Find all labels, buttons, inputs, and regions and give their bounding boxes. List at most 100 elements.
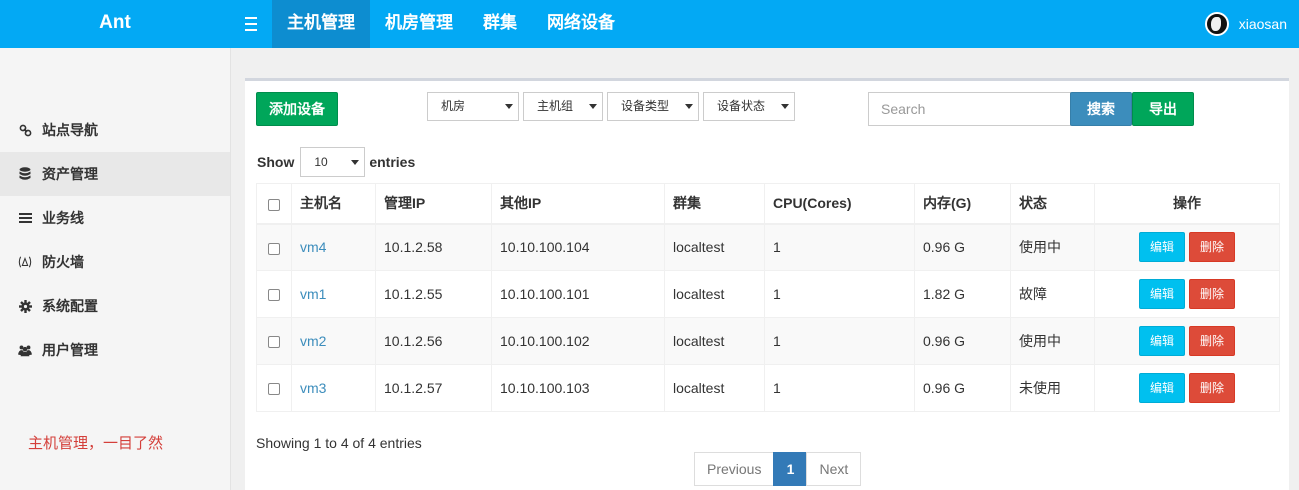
caret-down-icon (589, 104, 597, 109)
column-header[interactable]: 其他IP (491, 183, 665, 225)
status-cell: 使用中 (1010, 223, 1095, 271)
column-header[interactable]: 群集 (664, 183, 765, 225)
table-row: vm1 10.1.2.55 10.10.100.101 localtest 1 … (256, 270, 1280, 318)
status-cell: 使用中 (1010, 317, 1095, 365)
memory-cell: 0.96 G (914, 364, 1011, 412)
column-header[interactable]: CPU(Cores) (764, 183, 915, 225)
list-icon (18, 211, 32, 225)
fire-icon (18, 255, 32, 269)
column-header[interactable]: 管理IP (375, 183, 492, 225)
edit-button[interactable]: 编辑 (1139, 326, 1185, 356)
cpu-cell: 1 (764, 364, 915, 412)
edit-button[interactable]: 编辑 (1139, 279, 1185, 309)
select-all-checkbox[interactable] (268, 198, 280, 211)
filter-device-type-select[interactable]: 设备类型 (607, 92, 699, 121)
database-icon (18, 167, 32, 181)
row-checkbox[interactable] (268, 242, 280, 255)
cpu-cell: 1 (764, 317, 915, 365)
sidebar-item-label: 系统配置 (42, 298, 98, 314)
mgmt-ip-cell: 10.1.2.57 (375, 364, 492, 412)
filter-label: 机房 (441, 99, 466, 113)
brand-logo[interactable]: Ant (0, 0, 230, 48)
sidebar-item-assets[interactable]: 资产管理 (0, 152, 230, 196)
row-checkbox[interactable] (268, 336, 280, 349)
cluster-cell: localtest (664, 317, 765, 365)
table-header-row: 主机名 管理IP 其他IP 群集 CPU(Cores) 内存(G) 状态 操作 (256, 183, 1280, 225)
row-checkbox[interactable] (268, 383, 280, 396)
sidebar-item-user-management[interactable]: 用户管理 (0, 328, 230, 372)
gear-icon (18, 299, 32, 313)
search-button[interactable]: 搜索 (1070, 92, 1132, 126)
memory-cell: 1.82 G (914, 270, 1011, 318)
previous-page-button[interactable]: Previous (694, 452, 775, 486)
host-table: 主机名 管理IP 其他IP 群集 CPU(Cores) 内存(G) 状态 操作 … (256, 183, 1280, 412)
edit-button[interactable]: 编辑 (1139, 232, 1185, 263)
row-checkbox-cell (256, 317, 292, 365)
show-label: Show (257, 154, 295, 170)
filter-label: 主机组 (537, 99, 574, 113)
column-header[interactable]: 主机名 (291, 183, 376, 225)
sidebar-item-site-nav[interactable]: 站点导航 (0, 108, 230, 152)
page-1-button[interactable]: 1 (773, 452, 808, 486)
caret-down-icon (685, 104, 693, 109)
user-menu[interactable]: xiaosan (1204, 11, 1287, 37)
delete-button[interactable]: 删除 (1189, 373, 1235, 403)
sidebar-item-system-config[interactable]: 系统配置 (0, 284, 230, 328)
other-ip-cell: 10.10.100.101 (491, 270, 665, 318)
sidebar-item-label: 站点导航 (42, 122, 98, 138)
edit-button[interactable]: 编辑 (1139, 373, 1185, 403)
username: xiaosan (1238, 16, 1287, 32)
sidebar: 站点导航 资产管理 业务线 防火墙 系统配置 用户管理 主机管理，一目了然 (0, 48, 231, 490)
host-name-link[interactable]: vm3 (300, 380, 326, 396)
host-name-link[interactable]: vm4 (300, 239, 326, 255)
host-name-link[interactable]: vm1 (300, 286, 326, 302)
page-length-select[interactable]: 10 (300, 147, 366, 177)
export-button[interactable]: 导出 (1132, 92, 1194, 126)
actions-cell: 编辑 删除 (1094, 270, 1280, 318)
mgmt-ip-cell: 10.1.2.55 (375, 270, 492, 318)
column-header[interactable]: 内存(G) (914, 183, 1011, 225)
nav-item-idc-management[interactable]: 机房管理 (370, 0, 468, 48)
column-header[interactable]: 状态 (1010, 183, 1095, 225)
filter-device-status-select[interactable]: 设备状态 (703, 92, 795, 121)
other-ip-cell: 10.10.100.102 (491, 317, 665, 365)
table-row: vm3 10.1.2.57 10.10.100.103 localtest 1 … (256, 364, 1280, 412)
host-list-panel: 添加设备 机房 主机组 设备类型 设备状态 搜索 导出 Show 10 entr… (245, 78, 1289, 490)
filter-label: 设备类型 (621, 99, 670, 113)
nav-item-network-devices[interactable]: 网络设备 (532, 0, 630, 48)
delete-button[interactable]: 删除 (1189, 232, 1235, 263)
delete-button[interactable]: 删除 (1189, 326, 1235, 356)
nav-item-host-management[interactable]: 主机管理 (272, 0, 370, 48)
row-checkbox-cell (256, 364, 292, 412)
select-all-cell (256, 183, 292, 225)
search-input[interactable] (868, 92, 1071, 126)
users-icon (18, 343, 32, 357)
host-name-link[interactable]: vm2 (300, 333, 326, 349)
sidebar-item-label: 业务线 (42, 210, 84, 226)
next-page-button[interactable]: Next (806, 452, 862, 486)
caret-down-icon (781, 104, 789, 109)
filter-host-group-select[interactable]: 主机组 (523, 92, 603, 121)
filter-idc-select[interactable]: 机房 (427, 92, 519, 121)
sidebar-item-business-line[interactable]: 业务线 (0, 196, 230, 240)
status-cell: 未使用 (1010, 364, 1095, 412)
row-checkbox-cell (256, 223, 292, 271)
add-device-button[interactable]: 添加设备 (256, 92, 338, 126)
actions-cell: 编辑 删除 (1094, 223, 1280, 271)
row-checkbox[interactable] (268, 289, 280, 302)
menu-toggle-icon[interactable] (241, 12, 261, 34)
caret-down-icon (505, 104, 513, 109)
mgmt-ip-cell: 10.1.2.56 (375, 317, 492, 365)
pagination: Previous 1 Next (694, 452, 862, 486)
page-length-control: Show 10 entries (257, 147, 415, 177)
sidebar-note: 主机管理，一目了然 (28, 435, 164, 452)
host-name-cell: vm4 (291, 223, 376, 271)
delete-button[interactable]: 删除 (1189, 279, 1235, 309)
table-row: vm4 10.1.2.58 10.10.100.104 localtest 1 … (256, 223, 1280, 271)
sidebar-item-firewall[interactable]: 防火墙 (0, 240, 230, 284)
cluster-cell: localtest (664, 270, 765, 318)
nav-item-cluster[interactable]: 群集 (468, 0, 532, 48)
sidebar-item-label: 防火墙 (42, 254, 84, 270)
actions-cell: 编辑 删除 (1094, 364, 1280, 412)
row-checkbox-cell (256, 270, 292, 318)
